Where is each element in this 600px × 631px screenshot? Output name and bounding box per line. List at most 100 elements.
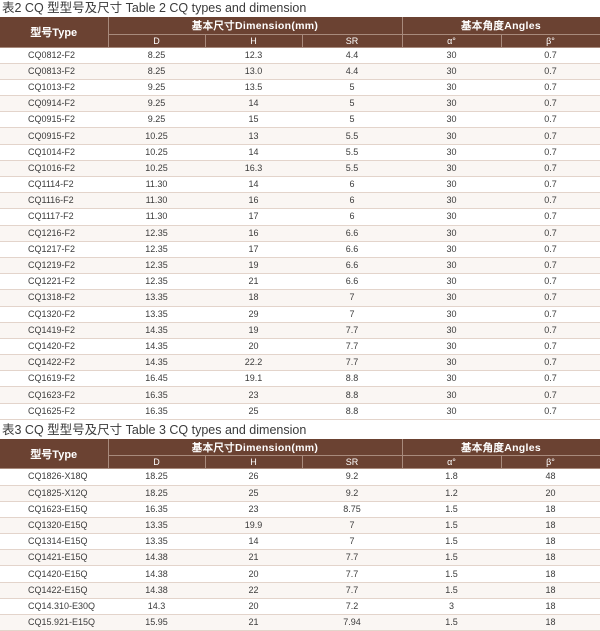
sr-cell: 7.7 [302,582,402,599]
d-cell: 10.25 [108,127,205,145]
h-cell: 13.0 [205,63,302,80]
alpha-cell: 30 [402,47,501,64]
table-row: CQ1216-F2 12.35 16 6.6 30 0.7 [0,225,600,242]
table-row: CQ1014-F2 10.25 14 5.5 30 0.7 [0,144,600,161]
alpha-cell: 30 [402,127,501,145]
type-cell: CQ1320-F2 [0,306,108,323]
d-cell: 14.35 [108,338,205,356]
col-beta-header: β° [501,34,600,48]
h-cell: 20 [205,598,302,616]
d-cell: 15.95 [108,614,205,631]
alpha-cell: 1.5 [402,582,501,599]
d-cell: 11.30 [108,192,205,210]
table-row: CQ0812-F2 8.25 12.3 4.4 30 0.7 [0,47,600,64]
type-cell: CQ14.310-E30Q [0,598,108,616]
table-row: CQ14.310-E30Q 14.3 20 7.2 3 18 [0,598,600,616]
table3-caption: 表3 CQ 型型号及尺寸 Table 3 CQ types and dimens… [2,422,307,437]
d-cell: 16.35 [108,386,205,404]
col-alpha-header: α° [402,455,502,470]
table2-body: CQ0812-F2 8.25 12.3 4.4 30 0.7 CQ0813-F2 8.25 13… [0,47,600,420]
alpha-cell: 30 [402,257,501,275]
beta-cell: 18 [501,517,600,535]
sr-cell: 4.4 [302,47,402,64]
table-row: CQ1825-X12Q 18.25 25 9.2 1.2 20 [0,485,600,502]
alpha-cell: 1.5 [402,549,501,567]
sr-cell: 8.8 [302,370,402,388]
beta-cell: 48 [501,468,600,486]
table-row: CQ1016-F2 10.25 16.3 5.5 30 0.7 [0,160,600,178]
beta-cell: 0.7 [501,306,600,323]
beta-cell: 18 [501,565,600,583]
d-cell: 18.25 [108,485,205,502]
d-cell: 14.38 [108,565,205,583]
beta-cell: 0.7 [501,144,600,161]
sr-cell: 7 [302,533,402,551]
table-row: CQ0915-F2 10.25 13 5.5 30 0.7 [0,127,600,145]
table-row: CQ1421-E15Q 14.38 21 7.7 1.5 18 [0,549,600,567]
sr-cell: 5 [302,95,402,113]
sr-cell: 5.5 [302,160,402,178]
beta-cell: 0.7 [501,127,600,145]
alpha-cell: 30 [402,403,501,420]
beta-cell: 18 [501,614,600,631]
beta-cell: 0.7 [501,192,600,210]
type-cell: CQ1623-F2 [0,386,108,404]
beta-cell: 0.7 [501,47,600,64]
beta-cell: 0.7 [501,370,600,388]
beta-cell: 0.7 [501,386,600,404]
table-row: CQ1318-F2 13.35 18 7 30 0.7 [0,289,600,307]
beta-cell: 0.7 [501,176,600,194]
alpha-cell: 30 [402,63,501,80]
type-cell: CQ0812-F2 [0,47,108,64]
type-cell: CQ1314-E15Q [0,533,108,551]
d-cell: 13.35 [108,533,205,551]
table-row: CQ1320-F2 13.35 29 7 30 0.7 [0,306,600,323]
type-cell: CQ1419-F2 [0,322,108,339]
h-cell: 19 [205,257,302,275]
table-row: CQ1420-F2 14.35 20 7.7 30 0.7 [0,338,600,356]
beta-cell: 18 [501,549,600,567]
type-cell: CQ1422-E15Q [0,582,108,599]
h-cell: 14 [205,95,302,113]
angles-header: 基本角度Angles [402,17,600,35]
table-row: CQ1314-E15Q 13.35 14 7 1.5 18 [0,533,600,551]
d-cell: 12.35 [108,225,205,242]
sr-cell: 7 [302,289,402,307]
type-cell: CQ1216-F2 [0,225,108,242]
type-cell: CQ0915-F2 [0,127,108,145]
beta-cell: 0.7 [501,241,600,258]
alpha-cell: 30 [402,176,501,194]
type-cell: CQ1217-F2 [0,241,108,258]
sr-cell: 5 [302,79,402,97]
alpha-cell: 30 [402,370,501,388]
h-cell: 17 [205,208,302,226]
type-cell: CQ1422-F2 [0,354,108,372]
alpha-cell: 30 [402,192,501,210]
h-cell: 12.3 [205,47,302,64]
table-row: CQ0915-F2 9.25 15 5 30 0.7 [0,111,600,129]
type-cell: CQ1219-F2 [0,257,108,275]
type-header: 型号Type [0,438,109,470]
table-row: CQ1013-F2 9.25 13.5 5 30 0.7 [0,79,600,97]
sr-cell: 7.7 [302,322,402,339]
alpha-cell: 30 [402,241,501,258]
sr-cell: 9.2 [302,468,402,486]
sr-cell: 9.2 [302,485,402,502]
table-row: CQ1217-F2 12.35 17 6.6 30 0.7 [0,241,600,258]
d-cell: 14.35 [108,354,205,372]
h-cell: 25 [205,485,302,502]
alpha-cell: 30 [402,225,501,242]
sr-cell: 7.7 [302,338,402,356]
type-cell: CQ1221-F2 [0,273,108,291]
d-cell: 9.25 [108,79,205,97]
beta-cell: 20 [501,485,600,502]
alpha-cell: 30 [402,79,501,97]
alpha-cell: 30 [402,338,501,356]
sr-cell: 6 [302,208,402,226]
beta-cell: 0.7 [501,289,600,307]
h-cell: 22 [205,582,302,599]
table-row: CQ1219-F2 12.35 19 6.6 30 0.7 [0,257,600,275]
sr-cell: 5.5 [302,144,402,161]
col-sr-header: SR [302,455,403,470]
table-row: CQ1623-F2 16.35 23 8.8 30 0.7 [0,386,600,404]
